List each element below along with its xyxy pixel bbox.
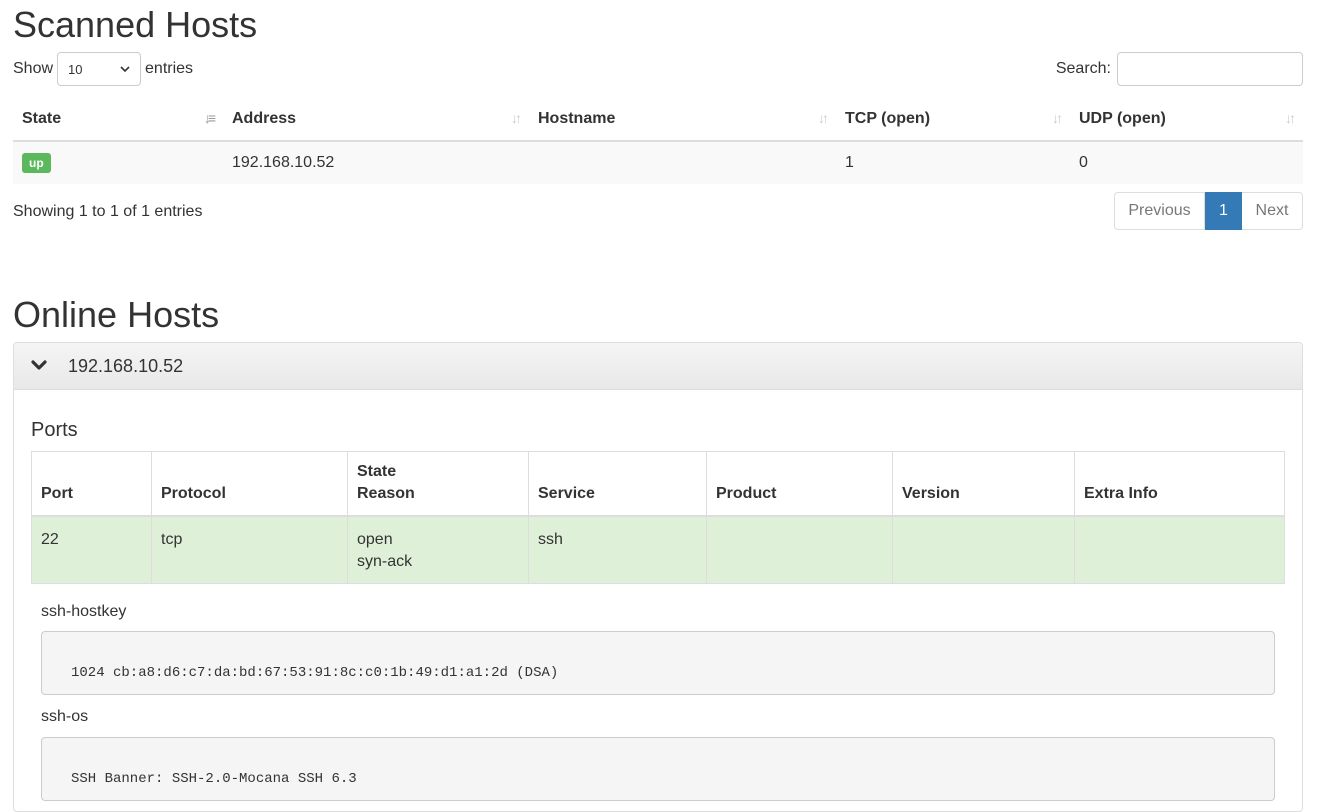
script-output: SSH Banner: SSH-2.0-Mocana SSH 6.3 — [41, 737, 1275, 801]
version-cell — [892, 515, 1075, 584]
script-name: ssh-hostkey — [41, 603, 127, 620]
column-header-extra-info: Extra Info — [1074, 451, 1285, 517]
entries-select[interactable]: 10 — [57, 52, 142, 86]
ports-heading: Ports — [31, 419, 78, 441]
column-label: TCP (open) — [845, 109, 931, 127]
port-state: open — [357, 531, 393, 548]
table-info: Showing 1 to 1 of 1 entries — [13, 203, 203, 220]
host-address: 192.168.10.52 — [68, 355, 184, 376]
address-cell: 192.168.10.52 — [223, 141, 529, 184]
entries-label: entries — [145, 60, 194, 77]
search-box: Search: — [1056, 52, 1303, 86]
status-badge: up — [22, 153, 51, 173]
state-reason-cell: open syn-ack — [347, 515, 529, 584]
hostname-cell — [529, 141, 836, 184]
column-header-state[interactable]: State ↓≡ — [13, 97, 223, 142]
column-header-service: Service — [528, 451, 707, 517]
column-header-protocol: Protocol — [151, 451, 348, 517]
page-1-button[interactable]: 1 — [1205, 192, 1242, 230]
next-button[interactable]: Next — [1242, 192, 1303, 230]
script-name: ssh-os — [41, 708, 89, 725]
product-cell — [706, 515, 893, 584]
sort-icon: ↓↑ — [511, 110, 522, 126]
sort-icon: ↓↑ — [1285, 110, 1296, 126]
entries-select-value: 10 — [68, 61, 83, 77]
search-label: Search: — [1055, 60, 1111, 77]
ports-table: Port Protocol State Reason Service Produ… — [31, 451, 1285, 584]
service-cell: ssh — [528, 515, 707, 584]
column-header-version: Version — [892, 451, 1075, 517]
host-panel: 192.168.10.52 Ports Port Protocol State … — [13, 342, 1303, 812]
state-header-label: State — [357, 463, 397, 480]
state-cell: up — [13, 141, 223, 184]
chevron-down-icon — [120, 65, 130, 72]
port-cell: 22 — [31, 515, 152, 584]
udp-cell: 0 — [1070, 141, 1303, 184]
column-header-tcp[interactable]: TCP (open) ↓↑ — [836, 97, 1070, 142]
column-label: State — [22, 109, 62, 127]
column-header-udp[interactable]: UDP (open) ↓↑ — [1070, 97, 1303, 142]
show-label: Show — [13, 60, 54, 77]
column-label: Address — [232, 109, 297, 127]
table-row: up 192.168.10.52 1 0 — [13, 141, 1303, 184]
online-hosts-title: Online Hosts — [13, 294, 220, 335]
port-reason: syn-ack — [357, 553, 413, 570]
scanned-hosts-table: State ↓≡ Address ↓↑ Hostname ↓↑ TCP (open) ↓… — [13, 97, 1303, 184]
previous-button[interactable]: Previous — [1114, 192, 1205, 230]
sort-icon: ↓↑ — [1052, 110, 1063, 126]
scanned-hosts-title: Scanned Hosts — [13, 4, 258, 45]
column-header-port: Port — [31, 451, 152, 517]
column-header-product: Product — [706, 451, 893, 517]
column-header-state-reason: State Reason — [347, 451, 529, 517]
column-header-hostname[interactable]: Hostname ↓↑ — [529, 97, 836, 142]
table-header-row: State ↓≡ Address ↓↑ Hostname ↓↑ TCP (open) ↓… — [13, 97, 1303, 142]
ports-header-row: Port Protocol State Reason Service Produ… — [31, 451, 1285, 517]
sort-icon: ↓↑ — [818, 110, 829, 126]
script-output: 1024 cb:a8:d6:c7:da:bd:67:53:91:8c:c0:1b… — [41, 631, 1275, 695]
protocol-cell: tcp — [151, 515, 348, 584]
column-label: Hostname — [538, 109, 616, 127]
port-row: 22 tcp open syn-ack ssh — [31, 515, 1285, 584]
host-panel-header[interactable]: 192.168.10.52 — [14, 343, 1302, 390]
tcp-cell: 1 — [836, 141, 1070, 184]
pagination: Previous 1 Next — [1114, 192, 1303, 230]
chevron-down-icon — [31, 360, 51, 372]
reason-header-label: Reason — [357, 485, 415, 502]
column-header-address[interactable]: Address ↓↑ — [223, 97, 529, 142]
table-controls: Show 10 entries Search: — [13, 52, 1303, 86]
extra-info-cell — [1074, 515, 1285, 584]
sort-asc-icon: ↓≡ — [203, 110, 216, 126]
column-label: UDP (open) — [1079, 109, 1166, 127]
search-input[interactable] — [1117, 52, 1303, 86]
